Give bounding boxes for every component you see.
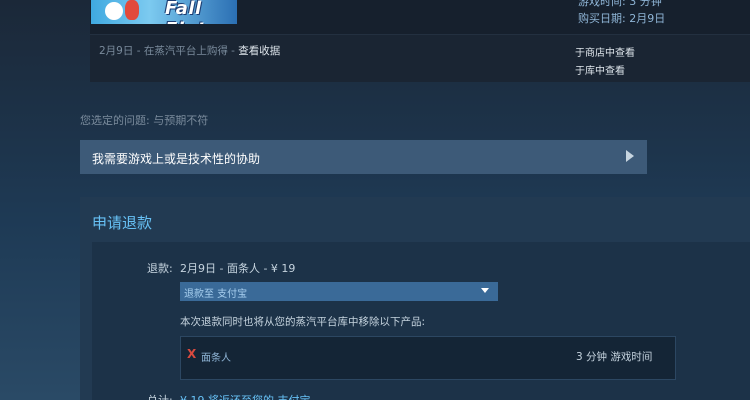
chevron-right-icon — [626, 150, 634, 162]
character-art — [105, 2, 123, 20]
help-option-label: 我需要游戏上或是技术性的协助 — [92, 152, 261, 166]
selected-issue: 您选定的问题: 与预期不符 — [80, 114, 209, 127]
purchase-info-text: 2月9日 - 在蒸汽平台上购得 - — [99, 45, 239, 57]
total-value: ¥ 19 将返还至您的 支付宝 — [180, 392, 311, 400]
view-receipt-link[interactable]: 查看收据 — [238, 45, 280, 57]
refund-label: 退款: — [147, 262, 173, 275]
product-thumbnail[interactable]: Fall Flat — [91, 0, 237, 24]
refund-item: 2月9日 - 面条人 - ¥ 19 — [180, 262, 296, 275]
removed-product-play-time: 3 分钟 游戏时间 — [576, 351, 653, 363]
remove-notice: 本次退款同时也将从您的蒸汽平台库中移除以下产品: — [180, 316, 426, 328]
view-in-library-link[interactable]: 于库中查看 — [575, 62, 625, 77]
game-logo: Fall Flat — [165, 0, 206, 24]
purchase-info: 2月9日 - 在蒸汽平台上购得 - 查看收据 — [99, 43, 280, 58]
purchase-date: 购买日期: 2月9日 — [578, 12, 666, 25]
refund-title: 申请退款 — [92, 214, 153, 232]
refund-method-value: 退款至 支付宝 — [184, 289, 248, 300]
character-art — [125, 0, 139, 20]
purchase-row — [90, 34, 750, 82]
remove-icon: X — [187, 347, 197, 361]
chevron-down-icon — [481, 288, 489, 293]
total-label: 总计: — [147, 392, 173, 400]
view-in-store-link[interactable]: 于商店中查看 — [575, 44, 635, 59]
removed-product-name: 面条人 — [201, 353, 231, 364]
play-time-summary: 游戏时间: 3 分钟 — [578, 0, 662, 8]
